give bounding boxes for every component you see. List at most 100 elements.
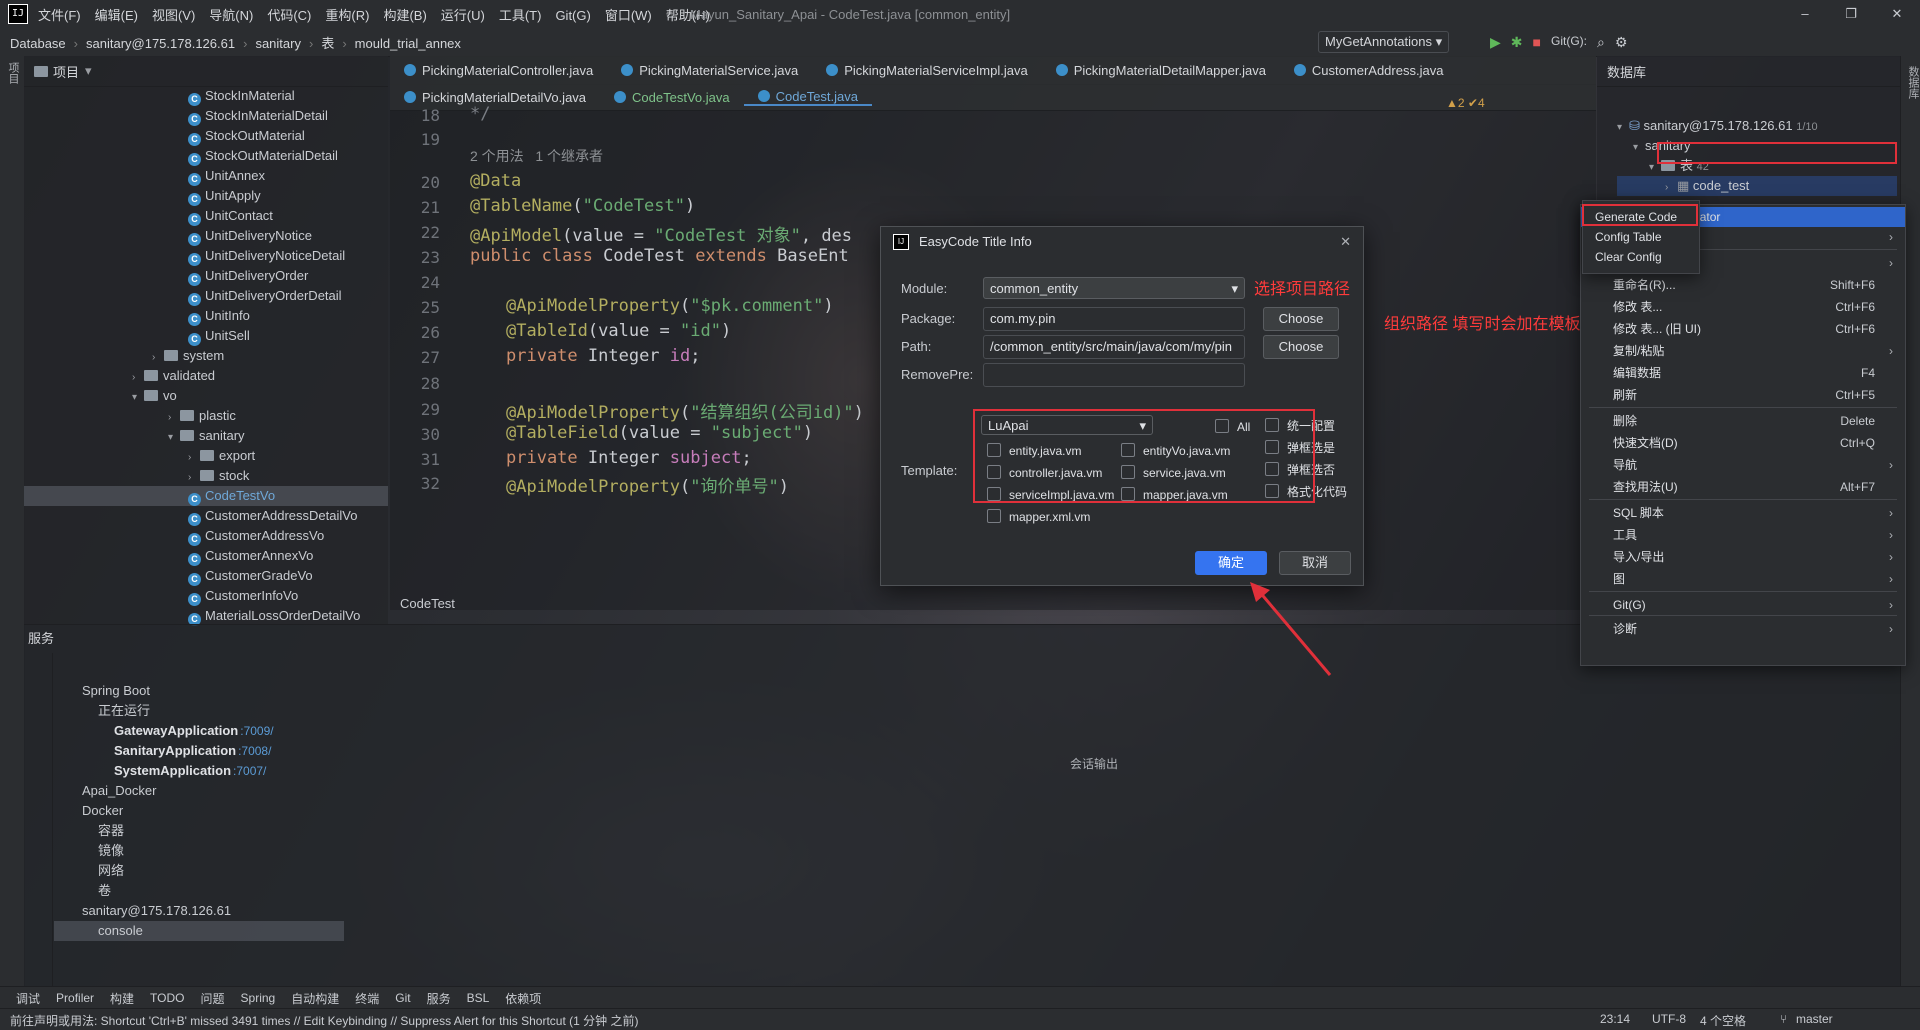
breadcrumb-item[interactable]: 表 (321, 36, 334, 51)
cancel-button[interactable]: 取消 (1279, 551, 1351, 575)
restore-icon[interactable]: ❐ (1828, 0, 1874, 28)
bottom-tool-button[interactable]: 终端 (355, 990, 379, 1007)
tree-class-item[interactable]: C CustomerAnnexVo (24, 546, 388, 566)
context-menu-item[interactable]: 快速文档(D) Ctrl+Q (1581, 433, 1905, 453)
ok-button[interactable]: 确定 (1195, 551, 1267, 575)
submenu-item[interactable]: Config Table (1583, 227, 1699, 247)
menu-item[interactable]: 工具(T) (499, 8, 542, 23)
inspection-widget[interactable]: ▲2 ✔4 (1446, 96, 1485, 110)
context-menu-item[interactable]: 导入/导出 › (1581, 547, 1905, 567)
editor-tab[interactable]: PickingMaterialService.java (607, 63, 812, 78)
editor-tab[interactable]: PickingMaterialDetailMapper.java (1042, 63, 1280, 78)
search-icon[interactable]: ⌕ (1597, 34, 1605, 51)
tree-class-item[interactable]: C UnitDeliveryOrder (24, 266, 388, 286)
caret-position[interactable]: 23:14 (1600, 1012, 1630, 1026)
editor-tab[interactable]: PickingMaterialController.java (390, 63, 607, 78)
editor-tab[interactable]: CodeTestVo.java (600, 90, 744, 105)
table-node-code-test[interactable]: › ▦ code_test (1617, 176, 1897, 196)
connection-node[interactable]: ▾ ⛁ sanitary@175.178.126.61 1/10 (1617, 116, 1897, 136)
service-item[interactable]: console (54, 921, 344, 941)
tree-folder-item[interactable]: › validated (24, 366, 388, 386)
service-item[interactable]: 网络 (54, 861, 344, 881)
tree-folder-item[interactable]: › stock (24, 466, 388, 486)
breadcrumb-item[interactable]: mould_trial_annex (355, 36, 461, 51)
menu-item[interactable]: 导航(N) (209, 8, 253, 23)
bottom-tool-button[interactable]: 服务 (427, 990, 451, 1007)
service-item[interactable]: 正在运行 (54, 701, 344, 721)
bottom-tool-button[interactable]: Profiler (56, 991, 94, 1005)
menu-item[interactable]: 视图(V) (152, 8, 195, 23)
context-menu-item[interactable]: 重命名(R)... Shift+F6 (1581, 275, 1905, 295)
tree-class-item[interactable]: C StockOutMaterialDetail (24, 146, 388, 166)
expand-arrow-icon[interactable]: ▾ (168, 428, 180, 448)
service-item[interactable]: Docker (54, 801, 344, 821)
context-menu-item[interactable]: 导航 › (1581, 455, 1905, 475)
menu-item[interactable]: 文件(F) (38, 8, 81, 23)
minimize-icon[interactable]: – (1782, 0, 1828, 28)
tree-class-item[interactable]: C MaterialLossOrderDetailVo (24, 606, 388, 626)
tree-class-item[interactable]: C UnitAnnex (24, 166, 388, 186)
menu-item[interactable]: 窗口(W) (605, 8, 652, 23)
run-icon[interactable]: ▶ (1490, 34, 1501, 51)
context-menu-item[interactable]: 工具 › (1581, 525, 1905, 545)
breadcrumb-item[interactable]: sanitary (255, 36, 301, 51)
service-item[interactable]: Spring Boot (54, 681, 344, 701)
tree-class-item[interactable]: C UnitDeliveryNoticeDetail (24, 246, 388, 266)
service-item[interactable]: sanitary@175.178.126.61 (54, 901, 344, 921)
expand-arrow-icon[interactable]: › (188, 448, 200, 468)
menu-item[interactable]: Git(G) (555, 8, 590, 23)
tree-class-item[interactable]: C UnitInfo (24, 306, 388, 326)
context-menu-item[interactable]: 修改 表... (旧 UI) Ctrl+F6 (1581, 319, 1905, 339)
submenu-item[interactable]: Clear Config (1583, 247, 1699, 267)
tree-class-item[interactable]: C UnitDeliveryNotice (24, 226, 388, 246)
template-checkbox[interactable]: mapper.xml.vm (987, 509, 1090, 524)
module-select[interactable]: common_entity ▾ (983, 277, 1245, 299)
project-tool-button[interactable]: 项目 (5, 62, 21, 84)
service-item[interactable]: GatewayApplication:7009/ (54, 721, 344, 741)
tree-class-item[interactable]: C UnitDeliveryOrderDetail (24, 286, 388, 306)
bottom-tool-button[interactable]: 调试 (16, 990, 40, 1007)
context-menu-item[interactable]: 修改 表... Ctrl+F6 (1581, 297, 1905, 317)
expand-arrow-icon[interactable]: › (132, 368, 144, 388)
expand-arrow-icon[interactable]: › (152, 348, 164, 368)
expand-arrow-icon[interactable]: › (188, 468, 200, 488)
package-input[interactable]: com.my.pin (983, 307, 1245, 331)
bottom-tool-button[interactable]: 依赖项 (505, 990, 541, 1007)
context-menu-item[interactable]: 图 › (1581, 569, 1905, 589)
service-item[interactable]: 卷 (54, 881, 344, 901)
tree-class-item[interactable]: C StockOutMaterial (24, 126, 388, 146)
context-menu-item[interactable]: 复制/粘贴 › (1581, 341, 1905, 361)
service-item[interactable]: 镜像 (54, 841, 344, 861)
run-config-selector[interactable]: MyGetAnnotations ▾ (1318, 31, 1450, 53)
tree-class-item[interactable]: C UnitApply (24, 186, 388, 206)
editor-tab[interactable]: CodeTest.java (743, 89, 872, 106)
service-item[interactable]: SanitaryApplication:7008/ (54, 741, 344, 761)
tree-class-item[interactable]: C StockInMaterial (24, 86, 388, 106)
close-icon[interactable]: ✕ (1874, 0, 1920, 28)
breadcrumb-item[interactable]: sanitary@175.178.126.61 (86, 36, 235, 51)
tree-folder-item[interactable]: › system (24, 346, 388, 366)
service-port[interactable]: :7008/ (238, 744, 271, 758)
tree-folder-item[interactable]: ▾ vo (24, 386, 388, 406)
tree-class-item[interactable]: C StockInMaterialDetail (24, 106, 388, 126)
database-tool-button[interactable]: 数据库 (1905, 66, 1920, 99)
tree-class-item[interactable]: C CustomerAddressDetailVo (24, 506, 388, 526)
context-menu-item[interactable]: 刷新 Ctrl+F5 (1581, 385, 1905, 405)
tree-class-item[interactable]: C CustomerAddressVo (24, 526, 388, 546)
path-choose-button[interactable]: Choose (1263, 335, 1339, 359)
menu-item[interactable]: 代码(C) (267, 8, 311, 23)
tree-class-item[interactable]: C UnitSell (24, 326, 388, 346)
menu-item[interactable]: 构建(B) (383, 8, 426, 23)
tree-class-item[interactable]: C CustomerGradeVo (24, 566, 388, 586)
service-port[interactable]: :7007/ (233, 764, 266, 778)
editor-tab[interactable]: PickingMaterialServiceImpl.java (812, 63, 1042, 78)
context-menu-item[interactable]: 删除 Delete (1581, 411, 1905, 431)
bottom-tool-button[interactable]: 自动构建 (291, 990, 339, 1007)
bottom-tool-button[interactable]: 构建 (110, 990, 134, 1007)
context-menu-item[interactable]: SQL 脚本 › (1581, 503, 1905, 523)
bottom-tool-button[interactable]: TODO (150, 991, 184, 1005)
chevron-down-icon[interactable]: ▾ (85, 63, 92, 79)
menu-item[interactable]: 编辑(E) (95, 8, 138, 23)
package-choose-button[interactable]: Choose (1263, 307, 1339, 331)
bottom-tool-button[interactable]: Spring (241, 991, 276, 1005)
